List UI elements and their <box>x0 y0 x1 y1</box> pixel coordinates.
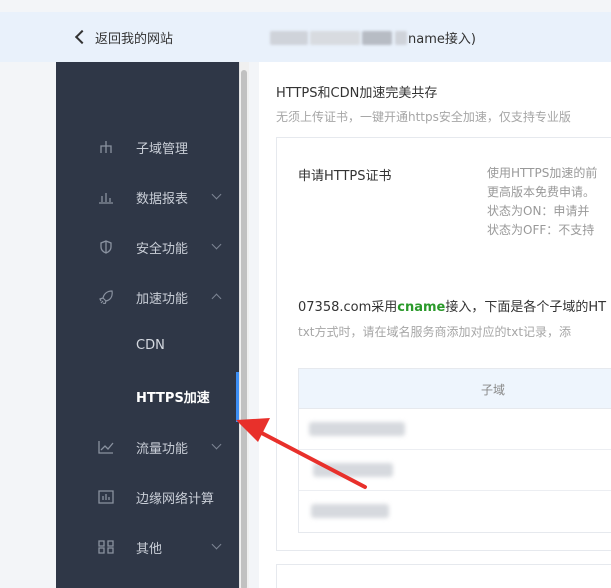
sidebar-item-other[interactable]: 其他 <box>56 529 239 565</box>
rocket-icon <box>99 290 113 304</box>
redacted-text <box>310 30 360 45</box>
sidebar-item-label: 数据报表 <box>136 192 189 207</box>
cname-info: 07358.com采用cname接入，下面是各个子域的HT <box>298 296 606 315</box>
cert-description: 使用HTTPS加速的前 更高版本免费申请。 状态为ON：申请并 状态为OFF：不… <box>487 164 597 240</box>
cert-label: 申请HTTPS证书 <box>298 169 392 184</box>
subdomain-table: 子域 <box>298 368 611 533</box>
cert-line: 状态为ON：申请并 <box>487 204 590 218</box>
grid-icon <box>98 540 114 554</box>
back-to-my-site-link[interactable]: 返回我的网站 <box>74 26 173 48</box>
redacted-text <box>311 504 389 518</box>
cname-highlight: cname <box>397 300 446 315</box>
bar-chart-icon <box>99 193 113 204</box>
sidebar-item-edge-computing[interactable]: 边缘网络计算 <box>56 479 239 515</box>
sidebar-item-label: 子域管理 <box>136 142 189 157</box>
section-description: 无须上传证书，一键开通https安全加速，仅支持专业版 <box>276 110 571 124</box>
chevron-up-icon <box>211 293 222 304</box>
sidebar-subitem-cdn[interactable]: CDN <box>56 329 239 365</box>
back-label: 返回我的网站 <box>95 31 174 47</box>
sidebar-item-security[interactable]: 安全功能 <box>56 229 239 265</box>
chevron-down-icon <box>211 189 222 200</box>
sidebar-item-label: 边缘网络计算 <box>136 492 215 507</box>
cert-line: 更高版本免费申请。 <box>487 185 596 199</box>
sidebar-subitem-https[interactable]: HTTPS加速 <box>56 372 239 422</box>
domain-title: name接入) <box>270 28 476 47</box>
line-chart-icon <box>98 441 114 454</box>
sitemap-icon <box>100 141 112 153</box>
shield-icon <box>100 240 112 254</box>
redacted-text <box>309 422 405 436</box>
title-suffix: name接入) <box>408 32 476 47</box>
table-row <box>299 409 611 450</box>
top-bar: 返回我的网站 name接入) <box>0 12 611 62</box>
table-row <box>299 491 611 532</box>
txt-note: txt方式时，请在域名服务商添加对应的txt记录，添 <box>298 325 572 339</box>
redacted-text <box>313 463 393 477</box>
column-header-subdomain: 子域 <box>481 383 506 397</box>
main-content: HTTPS和CDN加速完美共存 无须上传证书，一键开通https安全加速，仅支持… <box>259 62 611 588</box>
sidebar-item-label: 安全功能 <box>136 242 189 257</box>
table-row <box>299 450 611 491</box>
sidebar-item-label: HTTPS加速 <box>136 391 210 406</box>
chevron-down-icon <box>211 539 222 550</box>
table-header: 子域 <box>299 369 611 409</box>
cert-line: 状态为OFF：不支持 <box>487 223 595 237</box>
redacted-text <box>395 30 407 45</box>
section-title: HTTPS和CDN加速完美共存 <box>276 86 438 101</box>
cert-line: 使用HTTPS加速的前 <box>487 166 598 180</box>
chart-box-icon <box>98 490 114 504</box>
sidebar-item-label: 流量功能 <box>136 442 189 457</box>
chevron-down-icon <box>211 239 222 250</box>
sidebar-item-traffic[interactable]: 流量功能 <box>56 429 239 465</box>
scrollbar-thumb[interactable] <box>241 70 247 588</box>
next-panel <box>276 564 611 588</box>
sidebar-item-reports[interactable]: 数据报表 <box>56 179 239 215</box>
sidebar-item-acceleration[interactable]: 加速功能 <box>56 279 239 315</box>
sidebar: 子域管理 数据报表 安全功能 加速功能 CDN HTTPS加速 流量功能 边缘网… <box>56 62 239 588</box>
chevron-left-icon <box>74 29 90 45</box>
sidebar-item-label: 其他 <box>136 542 163 557</box>
cname-prefix: 07358.com采用 <box>298 300 398 315</box>
redacted-text <box>362 30 392 45</box>
redacted-text <box>270 30 308 45</box>
sidebar-item-label: 加速功能 <box>136 292 189 307</box>
sidebar-item-label: CDN <box>136 338 165 353</box>
https-panel: 申请HTTPS证书 使用HTTPS加速的前 更高版本免费申请。 状态为ON：申请… <box>276 137 611 551</box>
sidebar-item-subdomain[interactable]: 子域管理 <box>56 129 239 165</box>
cname-suffix: 接入，下面是各个子域的HT <box>445 300 607 315</box>
chevron-down-icon <box>211 439 222 450</box>
